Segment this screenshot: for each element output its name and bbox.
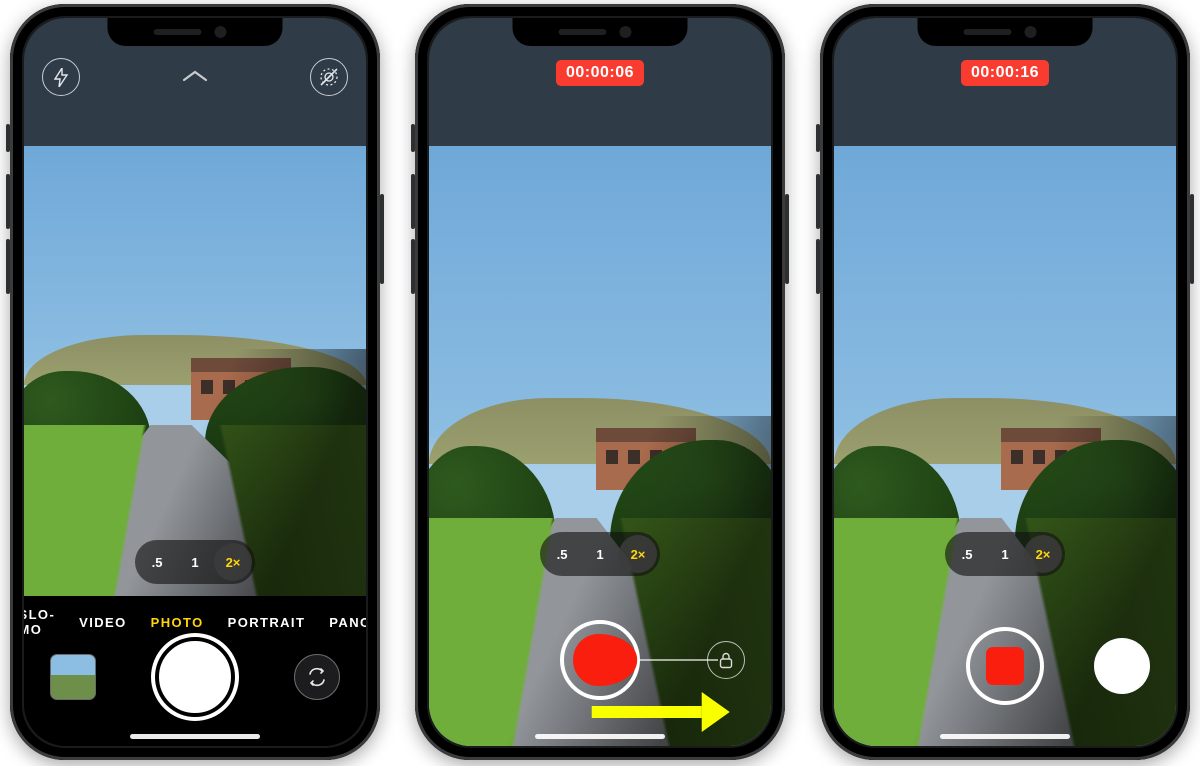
chevron-up-icon	[182, 70, 208, 82]
live-photos-toggle[interactable]	[310, 58, 348, 96]
expand-controls-caret[interactable]	[182, 70, 208, 82]
home-indicator[interactable]	[535, 734, 665, 739]
capture-still-button[interactable]	[1094, 638, 1150, 694]
mode-slomo[interactable]: SLO-MO	[24, 607, 55, 637]
camera-flip-button[interactable]	[294, 654, 340, 700]
volume-up-button[interactable]	[6, 174, 10, 229]
screen: 00:00:06 .5 1 2×	[429, 18, 771, 746]
notch	[108, 18, 283, 46]
stop-recording-button[interactable]	[966, 627, 1044, 705]
screen: 00:00:16 .5 1 2×	[834, 18, 1176, 746]
zoom-1x[interactable]: 1	[176, 543, 214, 581]
mute-switch[interactable]	[816, 124, 820, 152]
phone-frame-2: 00:00:06 .5 1 2×	[415, 4, 785, 760]
zoom-0-5x[interactable]: .5	[948, 535, 986, 573]
side-button[interactable]	[785, 194, 789, 284]
volume-up-button[interactable]	[816, 174, 820, 229]
shutter-button[interactable]	[155, 637, 235, 717]
zoom-0-5x[interactable]: .5	[543, 535, 581, 573]
gesture-arrow-annotation	[592, 692, 730, 732]
camera-mode-carousel[interactable]: SLO-MO VIDEO PHOTO PORTRAIT PANO	[24, 606, 366, 638]
phone-frame-1: .5 1 2× SLO-MO VIDEO PHOTO PORTRAIT PANO	[10, 4, 380, 760]
zoom-2x[interactable]: 2×	[619, 535, 657, 573]
zoom-selector[interactable]: .5 1 2×	[135, 540, 255, 584]
recording-timer: 00:00:16	[961, 60, 1049, 86]
mute-switch[interactable]	[411, 124, 415, 152]
zoom-2x[interactable]: 2×	[214, 543, 252, 581]
side-button[interactable]	[1190, 194, 1194, 284]
volume-down-button[interactable]	[6, 239, 10, 294]
mute-switch[interactable]	[6, 124, 10, 152]
flip-camera-icon	[306, 666, 328, 688]
flash-icon	[54, 68, 69, 87]
recording-timer: 00:00:06	[556, 60, 644, 86]
last-photo-thumbnail[interactable]	[50, 654, 96, 700]
volume-down-button[interactable]	[411, 239, 415, 294]
volume-down-button[interactable]	[816, 239, 820, 294]
mode-photo[interactable]: PHOTO	[151, 615, 204, 630]
phone-frame-3: 00:00:16 .5 1 2×	[820, 4, 1190, 760]
zoom-1x[interactable]: 1	[986, 535, 1024, 573]
zoom-0-5x[interactable]: .5	[138, 543, 176, 581]
notch	[513, 18, 688, 46]
zoom-selector[interactable]: .5 1 2×	[540, 532, 660, 576]
quicktake-lock-target[interactable]	[707, 641, 745, 679]
zoom-2x[interactable]: 2×	[1024, 535, 1062, 573]
mode-video[interactable]: VIDEO	[79, 615, 126, 630]
quicktake-slider[interactable]	[429, 620, 771, 700]
mode-portrait[interactable]: PORTRAIT	[228, 615, 306, 630]
video-record-bar	[834, 624, 1176, 708]
mode-pano[interactable]: PANO	[329, 615, 366, 630]
live-off-icon	[318, 66, 340, 88]
camera-control-bar	[24, 622, 366, 746]
home-indicator[interactable]	[130, 734, 260, 739]
lock-icon	[719, 652, 733, 669]
zoom-1x[interactable]: 1	[581, 535, 619, 573]
screen: .5 1 2× SLO-MO VIDEO PHOTO PORTRAIT PANO	[24, 18, 366, 746]
side-button[interactable]	[380, 194, 384, 284]
viewfinder[interactable]: .5 1 2×	[24, 146, 366, 596]
flash-toggle[interactable]	[42, 58, 80, 96]
zoom-selector[interactable]: .5 1 2×	[945, 532, 1065, 576]
volume-up-button[interactable]	[411, 174, 415, 229]
home-indicator[interactable]	[940, 734, 1070, 739]
notch	[918, 18, 1093, 46]
